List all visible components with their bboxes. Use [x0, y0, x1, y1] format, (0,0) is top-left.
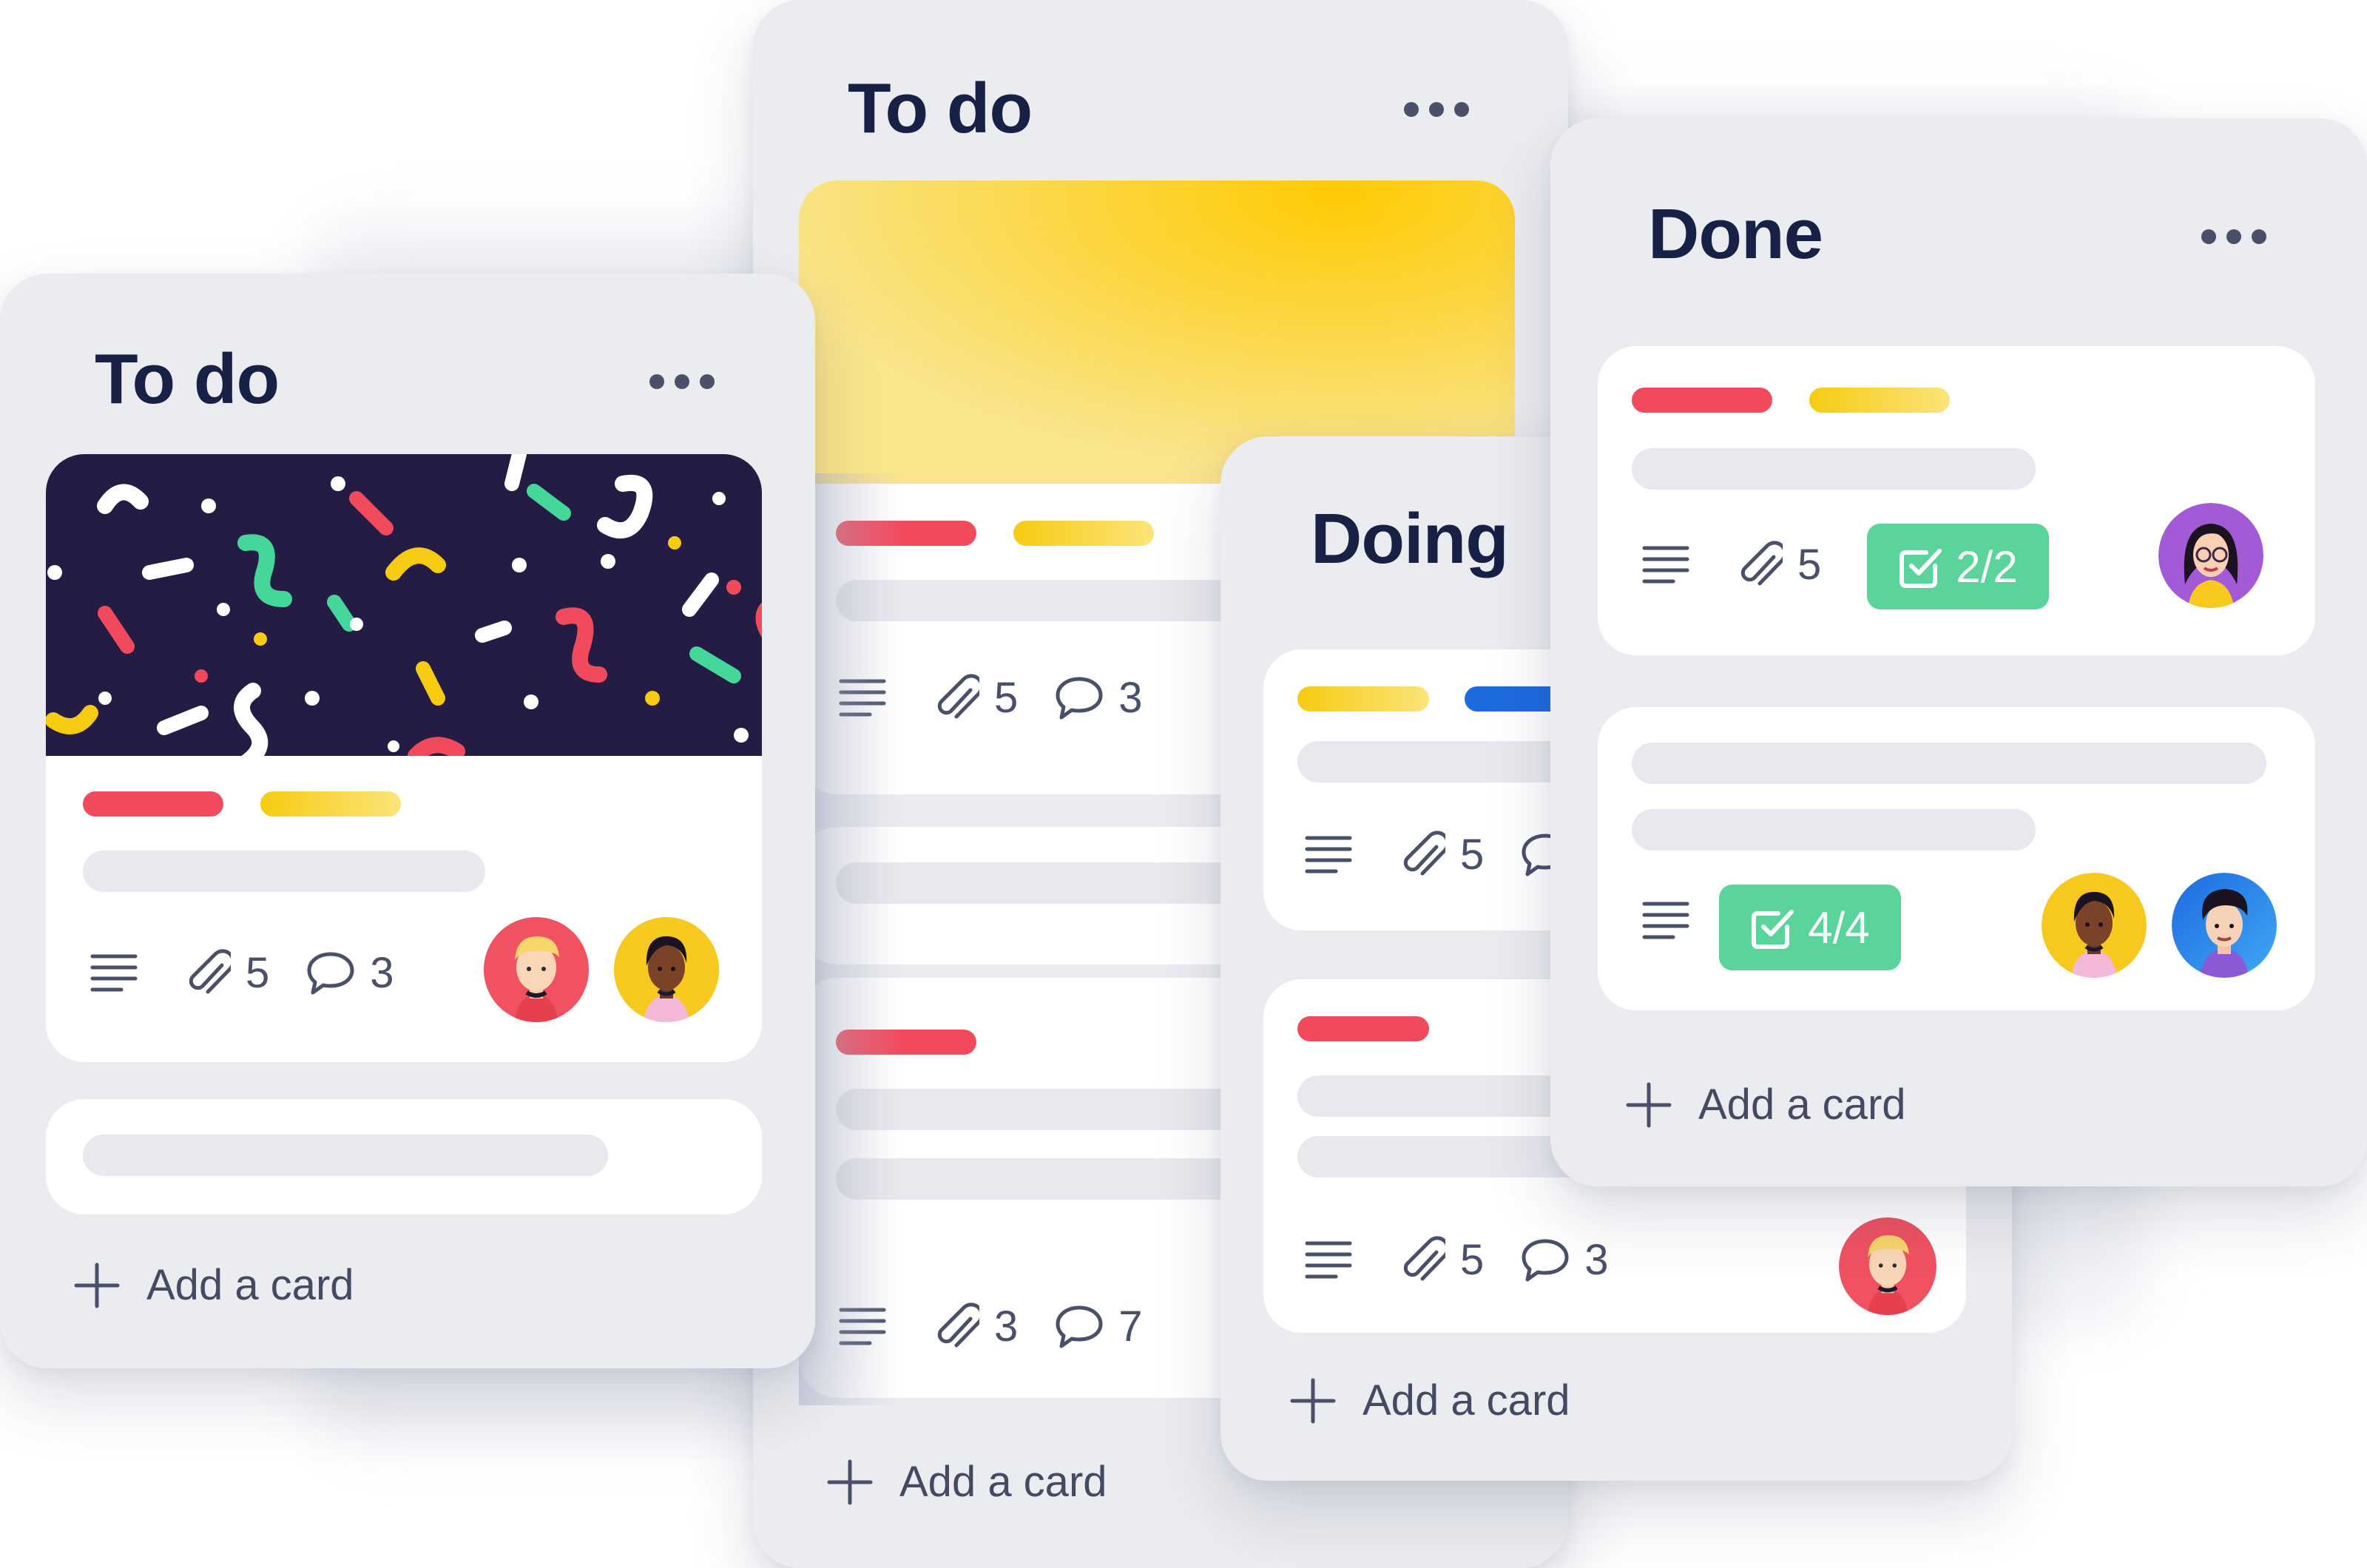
comment-count: 3 — [370, 949, 394, 997]
card-meta: 5 3 — [90, 948, 394, 998]
card-done-1[interactable]: 5 2/2 — [1598, 346, 2315, 655]
avatar-illustration — [2042, 873, 2147, 978]
plus-icon — [827, 1459, 873, 1504]
list-menu-button[interactable] — [2201, 229, 2266, 244]
paperclip-icon — [1740, 540, 1783, 585]
attachment-count: 5 — [1460, 1236, 1485, 1284]
label-red — [836, 1030, 976, 1055]
list-title: Done — [1648, 195, 1823, 274]
card-meta: 5 3 — [839, 673, 1143, 723]
add-card-label: Add a card — [899, 1458, 1107, 1506]
avatar-illustration — [2172, 873, 2277, 978]
member-avatar[interactable] — [484, 917, 589, 1022]
label-red — [836, 521, 976, 546]
card-meta — [1642, 901, 1689, 941]
plus-icon — [1626, 1082, 1672, 1127]
comment-count: 3 — [1118, 674, 1143, 722]
label-yellow — [1013, 521, 1154, 546]
list-todo-left: To do 5 3 Add a card — [0, 274, 815, 1368]
card-title-placeholder — [1632, 448, 2036, 490]
add-card-button[interactable]: Add a card — [1626, 1080, 1906, 1129]
ellipsis-icon — [1404, 102, 1419, 117]
card-title-placeholder — [83, 1135, 608, 1176]
comment-icon — [1056, 677, 1103, 719]
description-icon — [839, 1308, 886, 1345]
attachment-count: 5 — [246, 949, 270, 997]
list-done: Done 5 2/2 4/4 Add a card — [1550, 118, 2367, 1186]
card-done-2[interactable]: 4/4 — [1598, 707, 2315, 1010]
card-meta: 5 — [1642, 540, 1821, 589]
member-avatar[interactable] — [2172, 873, 2277, 978]
member-avatar[interactable] — [2042, 873, 2147, 978]
add-card-button[interactable]: Add a card — [827, 1457, 1107, 1507]
comment-count: 7 — [1118, 1302, 1143, 1351]
list-title: Doing — [1311, 499, 1509, 578]
card-title-placeholder — [1632, 809, 2036, 851]
attachment-count: 3 — [994, 1302, 1019, 1351]
label-yellow — [1809, 388, 1950, 413]
card-meta: 3 7 — [839, 1302, 1143, 1351]
ellipsis-icon — [2201, 229, 2216, 244]
comment-icon — [307, 952, 354, 994]
list-menu-button[interactable] — [1404, 102, 1469, 117]
member-avatar[interactable] — [2158, 503, 2263, 608]
list-title: To do — [848, 69, 1033, 148]
paperclip-icon — [1403, 830, 1445, 875]
checklist-count: 4/4 — [1808, 902, 1870, 953]
comment-icon — [1522, 1239, 1569, 1281]
card-cover-confetti — [46, 454, 762, 756]
description-icon — [839, 679, 886, 716]
add-card-label: Add a card — [1363, 1376, 1570, 1425]
avatar-illustration — [614, 917, 719, 1022]
add-card-button[interactable]: Add a card — [74, 1260, 354, 1310]
checklist-count: 2/2 — [1956, 541, 2018, 592]
plus-icon — [74, 1263, 120, 1308]
checklist-icon — [1900, 549, 1942, 588]
description-icon — [1305, 1241, 1352, 1278]
label-red — [1297, 1016, 1429, 1041]
paperclip-icon — [189, 948, 231, 993]
add-card-label: Add a card — [146, 1261, 354, 1309]
card-meta: 5 3 — [1305, 1235, 1609, 1285]
label-red — [83, 791, 223, 817]
avatar-illustration — [2158, 503, 2263, 608]
member-avatar[interactable] — [614, 917, 719, 1022]
list-title: To do — [95, 339, 280, 419]
comment-count: 3 — [1584, 1236, 1609, 1284]
paperclip-icon — [937, 1302, 979, 1347]
list-menu-button[interactable] — [649, 374, 715, 389]
card-confetti-cover[interactable]: 5 3 — [46, 454, 762, 1062]
add-card-button[interactable]: Add a card — [1290, 1376, 1570, 1425]
description-icon — [1642, 902, 1689, 939]
attachment-count: 5 — [994, 674, 1019, 722]
comment-icon — [1056, 1305, 1103, 1348]
card-placeholder[interactable] — [46, 1099, 762, 1214]
attachment-count: 5 — [1797, 541, 1822, 589]
ellipsis-icon — [649, 374, 664, 389]
member-avatar[interactable] — [1839, 1217, 1937, 1315]
attachment-count: 5 — [1460, 831, 1485, 879]
paperclip-icon — [1403, 1235, 1445, 1280]
add-card-label: Add a card — [1698, 1081, 1906, 1129]
avatar-illustration — [1839, 1217, 1937, 1315]
plus-icon — [1290, 1378, 1336, 1423]
card-title-placeholder — [1632, 743, 2266, 784]
avatar-illustration — [484, 917, 589, 1022]
label-yellow — [1297, 686, 1429, 712]
label-red — [1632, 388, 1772, 413]
description-icon — [90, 954, 138, 991]
checklist-badge: 4/4 — [1719, 885, 1901, 970]
card-meta: 5 — [1305, 830, 1570, 879]
checklist-icon — [1752, 910, 1794, 949]
description-icon — [1305, 836, 1352, 873]
label-yellow — [260, 791, 401, 817]
checklist-badge: 2/2 — [1867, 524, 2049, 609]
description-icon — [1642, 546, 1689, 583]
card-title-placeholder — [83, 851, 485, 892]
card-title-placeholder — [836, 580, 1250, 621]
paperclip-icon — [937, 673, 979, 718]
